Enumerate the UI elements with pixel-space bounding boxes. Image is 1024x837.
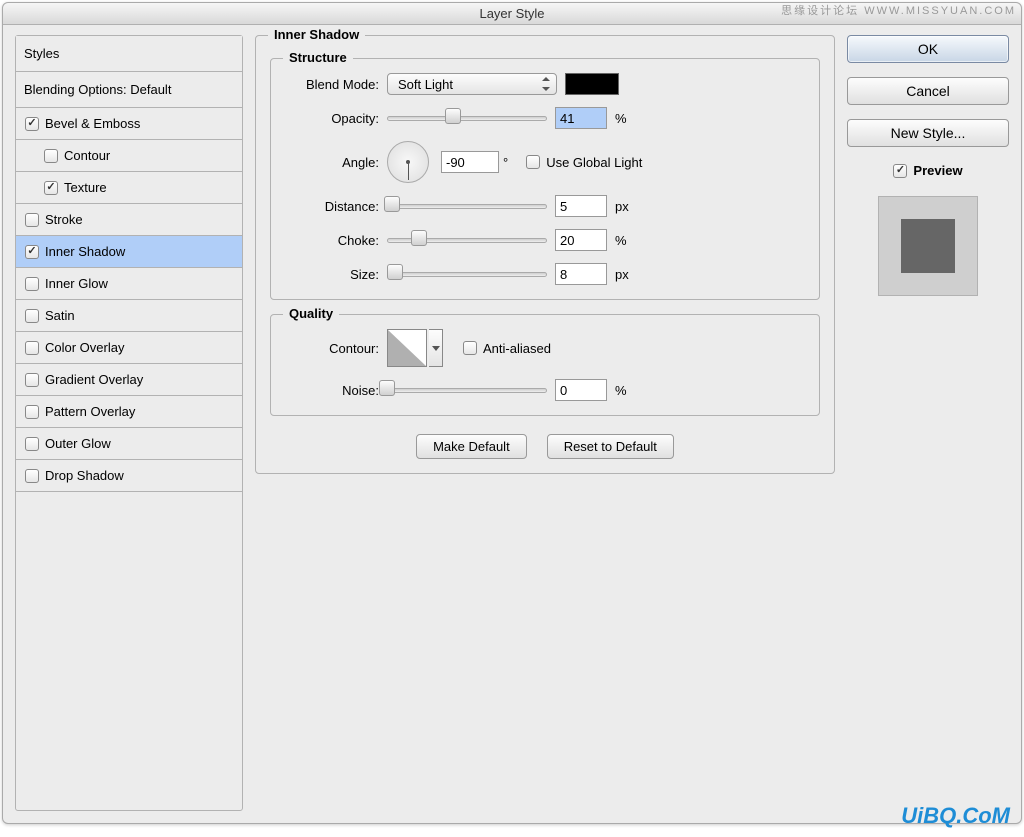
sidebar-item-label: Inner Shadow — [45, 244, 125, 259]
size-input[interactable] — [555, 263, 607, 285]
group-quality: Quality Contour: Anti-aliased — [270, 314, 820, 416]
cancel-button[interactable]: Cancel — [847, 77, 1009, 105]
angle-label: Angle: — [283, 155, 387, 170]
sidebar-item-label: Color Overlay — [45, 340, 124, 355]
group-title-structure: Structure — [283, 50, 353, 65]
reset-default-button[interactable]: Reset to Default — [547, 434, 674, 459]
contour-label: Contour: — [283, 341, 387, 356]
checkbox-icon[interactable] — [25, 117, 39, 131]
sidebar-item-label: Satin — [45, 308, 75, 323]
sidebar-item-pattern-overlay[interactable]: Pattern Overlay — [16, 396, 242, 428]
distance-input[interactable] — [555, 195, 607, 217]
sidebar-item-label: Pattern Overlay — [45, 404, 135, 419]
sidebar-item-outer-glow[interactable]: Outer Glow — [16, 428, 242, 460]
checkbox-icon[interactable] — [25, 373, 39, 387]
sidebar-item-color-overlay[interactable]: Color Overlay — [16, 332, 242, 364]
preview-inner — [901, 219, 955, 273]
preview-swatch — [878, 196, 978, 296]
window-title: Layer Style — [479, 6, 544, 21]
distance-label: Distance: — [283, 199, 387, 214]
sidebar-styles-header[interactable]: Styles — [16, 36, 242, 72]
distance-unit: px — [615, 199, 629, 214]
noise-unit: % — [615, 383, 627, 398]
watermark-bottom: UiBQ.CoM — [901, 803, 1010, 829]
panel-inner-shadow: Inner Shadow Structure Blend Mode: Soft … — [255, 35, 835, 474]
choke-unit: % — [615, 233, 627, 248]
noise-label: Noise: — [283, 383, 387, 398]
opacity-label: Opacity: — [283, 111, 387, 126]
blend-mode-value: Soft Light — [398, 77, 453, 92]
panel-title: Inner Shadow — [268, 27, 365, 42]
angle-input[interactable] — [441, 151, 499, 173]
sidebar-item-satin[interactable]: Satin — [16, 300, 242, 332]
sidebar-item-inner-glow[interactable]: Inner Glow — [16, 268, 242, 300]
opacity-slider[interactable] — [387, 107, 547, 129]
checkbox-icon[interactable] — [44, 149, 58, 163]
make-default-button[interactable]: Make Default — [416, 434, 527, 459]
distance-slider[interactable] — [387, 195, 547, 217]
antialiased-label: Anti-aliased — [483, 341, 551, 356]
checkbox-icon[interactable] — [25, 245, 39, 259]
sidebar-item-label: Gradient Overlay — [45, 372, 143, 387]
sidebar-item-contour[interactable]: Contour — [16, 140, 242, 172]
opacity-input[interactable] — [555, 107, 607, 129]
noise-slider[interactable] — [387, 379, 547, 401]
sidebar-item-drop-shadow[interactable]: Drop Shadow — [16, 460, 242, 492]
checkbox-icon[interactable] — [25, 437, 39, 451]
sidebar-item-texture[interactable]: Texture — [16, 172, 242, 204]
sidebar-item-label: Outer Glow — [45, 436, 111, 451]
angle-unit: ° — [503, 155, 508, 170]
dialog-window: Layer Style Styles Blending Options: Def… — [2, 2, 1022, 824]
checkbox-icon[interactable] — [25, 341, 39, 355]
opacity-unit: % — [615, 111, 627, 126]
group-structure: Structure Blend Mode: Soft Light Opacity… — [270, 58, 820, 300]
size-slider[interactable] — [387, 263, 547, 285]
checkbox-icon[interactable] — [25, 469, 39, 483]
blend-mode-select[interactable]: Soft Light — [387, 73, 557, 95]
sidebar-item-label: Drop Shadow — [45, 468, 124, 483]
new-style-button[interactable]: New Style... — [847, 119, 1009, 147]
preview-checkbox[interactable] — [893, 164, 907, 178]
size-unit: px — [615, 267, 629, 282]
watermark-top: 思缘设计论坛 WWW.MISSYUAN.COM — [781, 2, 1016, 18]
checkbox-icon[interactable] — [25, 309, 39, 323]
contour-picker[interactable] — [387, 329, 427, 367]
checkbox-icon[interactable] — [25, 405, 39, 419]
angle-dial[interactable] — [387, 141, 429, 183]
antialiased-checkbox[interactable] — [463, 341, 477, 355]
blend-mode-label: Blend Mode: — [283, 77, 387, 92]
sidebar-item-label: Bevel & Emboss — [45, 116, 140, 131]
size-label: Size: — [283, 267, 387, 282]
sidebar-item-stroke[interactable]: Stroke — [16, 204, 242, 236]
choke-label: Choke: — [283, 233, 387, 248]
group-title-quality: Quality — [283, 306, 339, 321]
checkbox-icon[interactable] — [25, 213, 39, 227]
noise-input[interactable] — [555, 379, 607, 401]
preview-label: Preview — [913, 163, 962, 178]
global-light-checkbox[interactable] — [526, 155, 540, 169]
sidebar-item-label: Inner Glow — [45, 276, 108, 291]
ok-button[interactable]: OK — [847, 35, 1009, 63]
sidebar-item-label: Stroke — [45, 212, 83, 227]
checkbox-icon[interactable] — [44, 181, 58, 195]
contour-dropdown-icon[interactable] — [429, 329, 443, 367]
sidebar-item-inner-shadow[interactable]: Inner Shadow — [16, 236, 242, 268]
sidebar-item-gradient-overlay[interactable]: Gradient Overlay — [16, 364, 242, 396]
sidebar-item-label: Contour — [64, 148, 110, 163]
shadow-color-swatch[interactable] — [565, 73, 619, 95]
choke-slider[interactable] — [387, 229, 547, 251]
styles-sidebar: Styles Blending Options: Default Bevel &… — [15, 35, 243, 811]
sidebar-item-label: Texture — [64, 180, 107, 195]
sidebar-blending-header[interactable]: Blending Options: Default — [16, 72, 242, 108]
checkbox-icon[interactable] — [25, 277, 39, 291]
global-light-label: Use Global Light — [546, 155, 642, 170]
choke-input[interactable] — [555, 229, 607, 251]
sidebar-item-bevel-emboss[interactable]: Bevel & Emboss — [16, 108, 242, 140]
